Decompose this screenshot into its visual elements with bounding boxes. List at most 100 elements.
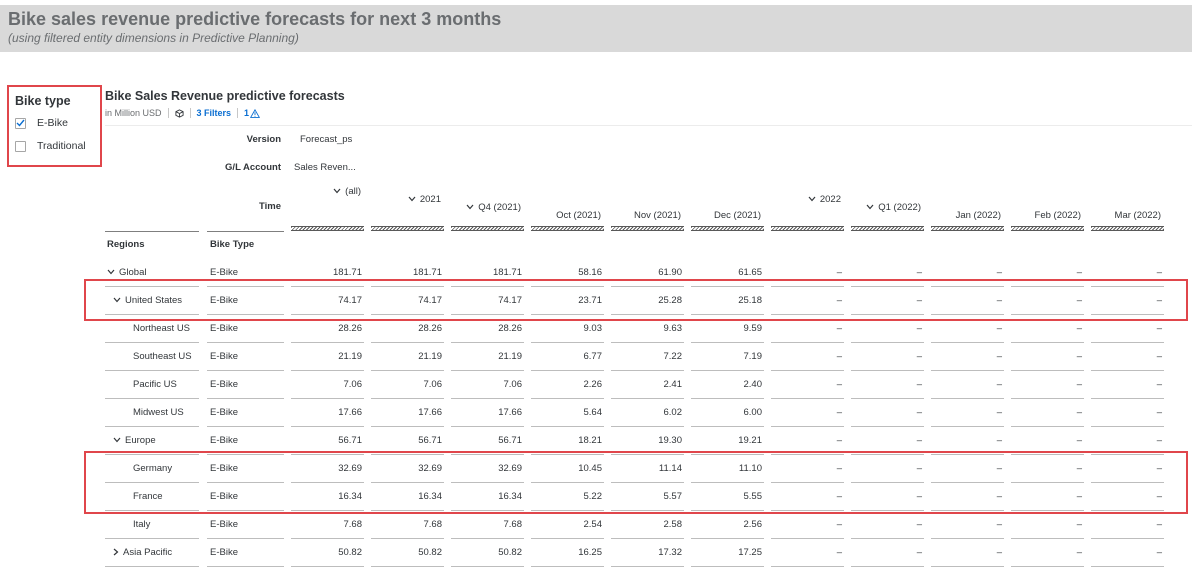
filter-option-ebike[interactable]: E-Bike	[15, 115, 68, 131]
value-cell[interactable]: –	[931, 351, 1002, 363]
value-cell[interactable]: 16.34	[451, 491, 522, 503]
value-cell[interactable]: 25.18	[691, 295, 762, 307]
value-cell[interactable]: –	[931, 407, 1002, 419]
value-cell[interactable]: 2.26	[531, 379, 603, 391]
value-cell[interactable]: –	[771, 323, 842, 335]
value-cell[interactable]: –	[1011, 295, 1082, 307]
value-cell[interactable]: 9.59	[691, 323, 763, 335]
model-cube-icon[interactable]	[174, 108, 184, 118]
value-cell[interactable]: 9.63	[611, 323, 683, 335]
value-cell[interactable]: 5.57	[611, 491, 683, 503]
value-cell[interactable]: 16.34	[371, 491, 442, 503]
value-cell[interactable]: 7.22	[611, 351, 683, 363]
value-cell[interactable]: –	[771, 407, 842, 419]
chevron-down-icon[interactable]	[866, 204, 874, 210]
value-cell[interactable]: 58.16	[531, 267, 602, 279]
value-cell[interactable]: 6.77	[531, 351, 603, 363]
value-cell[interactable]: 17.25	[691, 547, 762, 559]
value-cell[interactable]: –	[851, 435, 922, 447]
value-cell[interactable]: –	[1011, 519, 1082, 531]
value-cell[interactable]: –	[1091, 463, 1162, 475]
value-cell[interactable]: 23.71	[531, 295, 602, 307]
value-cell[interactable]: –	[1091, 547, 1162, 559]
value-cell[interactable]: 16.34	[291, 491, 362, 503]
region-cell[interactable]: Europe	[113, 435, 156, 447]
value-cell[interactable]: 56.71	[451, 435, 522, 447]
value-cell[interactable]: –	[1091, 295, 1162, 307]
value-cell[interactable]: –	[931, 547, 1002, 559]
value-cell[interactable]: 9.03	[531, 323, 603, 335]
column-header[interactable]: Q1 (2022)	[851, 202, 921, 214]
value-cell[interactable]: 17.66	[291, 407, 362, 419]
value-cell[interactable]: 7.06	[371, 379, 443, 391]
value-cell[interactable]: 21.19	[371, 351, 442, 363]
column-header[interactable]: 2021	[371, 194, 441, 206]
value-cell[interactable]: –	[931, 379, 1002, 391]
value-cell[interactable]: –	[1091, 435, 1162, 447]
value-cell[interactable]: 56.71	[371, 435, 442, 447]
value-cell[interactable]: –	[851, 463, 922, 475]
value-cell[interactable]: 17.32	[611, 547, 682, 559]
value-cell[interactable]: –	[931, 491, 1002, 503]
value-cell[interactable]: –	[931, 267, 1002, 279]
value-cell[interactable]: 5.64	[531, 407, 603, 419]
value-cell[interactable]: –	[1011, 351, 1082, 363]
value-cell[interactable]: –	[931, 295, 1002, 307]
value-cell[interactable]: –	[771, 267, 842, 279]
value-cell[interactable]: –	[851, 323, 922, 335]
checkbox-unchecked[interactable]	[15, 140, 26, 152]
value-cell[interactable]: –	[771, 435, 842, 447]
value-cell[interactable]: 74.17	[451, 295, 522, 307]
value-cell[interactable]: 5.22	[531, 491, 603, 503]
value-cell[interactable]: 61.65	[691, 267, 762, 279]
value-cell[interactable]: –	[851, 295, 922, 307]
chevron-down-icon[interactable]	[466, 204, 474, 210]
value-cell[interactable]: –	[931, 463, 1002, 475]
value-cell[interactable]: –	[1091, 351, 1162, 363]
value-cell[interactable]: 32.69	[291, 463, 362, 475]
value-cell[interactable]: 17.66	[451, 407, 522, 419]
value-cell[interactable]: 6.02	[611, 407, 683, 419]
value-cell[interactable]: 18.21	[531, 435, 602, 447]
value-cell[interactable]: –	[771, 463, 842, 475]
value-cell[interactable]: 7.68	[371, 519, 443, 531]
value-cell[interactable]: –	[1091, 379, 1162, 391]
value-cell[interactable]: 50.82	[371, 547, 442, 559]
value-cell[interactable]: –	[1011, 491, 1082, 503]
value-cell[interactable]: 61.90	[611, 267, 682, 279]
value-cell[interactable]: 5.55	[691, 491, 763, 503]
value-cell[interactable]: –	[851, 351, 922, 363]
column-header[interactable]: 2022	[771, 194, 841, 206]
value-cell[interactable]: 17.66	[371, 407, 442, 419]
value-cell[interactable]: –	[771, 351, 842, 363]
chevron-down-icon[interactable]	[408, 196, 416, 202]
value-cell[interactable]: 7.68	[291, 519, 363, 531]
value-cell[interactable]: 50.82	[451, 547, 522, 559]
value-cell[interactable]: –	[771, 519, 842, 531]
region-cell[interactable]: United States	[113, 295, 182, 307]
value-cell[interactable]: 32.69	[371, 463, 442, 475]
value-cell[interactable]: –	[851, 547, 922, 559]
region-cell[interactable]: Global	[107, 267, 146, 279]
chevron-down-icon[interactable]	[808, 196, 816, 202]
value-cell[interactable]: 74.17	[291, 295, 362, 307]
value-cell[interactable]: 10.45	[531, 463, 602, 475]
filter-option-traditional[interactable]: Traditional	[15, 138, 86, 154]
filters-link[interactable]: 3 Filters	[197, 108, 232, 118]
value-cell[interactable]: 21.19	[291, 351, 362, 363]
value-cell[interactable]: 7.06	[451, 379, 523, 391]
value-cell[interactable]: –	[1091, 491, 1162, 503]
value-cell[interactable]: –	[931, 519, 1002, 531]
warning-icon[interactable]	[250, 108, 261, 118]
value-cell[interactable]: 6.00	[691, 407, 763, 419]
value-cell[interactable]: 2.54	[531, 519, 603, 531]
value-cell[interactable]: 19.30	[611, 435, 682, 447]
value-cell[interactable]: –	[1091, 323, 1162, 335]
value-cell[interactable]: 28.26	[451, 323, 522, 335]
value-cell[interactable]: 2.40	[691, 379, 763, 391]
chevron-right-icon[interactable]	[113, 548, 119, 556]
value-cell[interactable]: –	[1091, 519, 1162, 531]
value-cell[interactable]: 32.69	[451, 463, 522, 475]
value-cell[interactable]: –	[1011, 267, 1082, 279]
value-cell[interactable]: 11.14	[611, 463, 682, 475]
